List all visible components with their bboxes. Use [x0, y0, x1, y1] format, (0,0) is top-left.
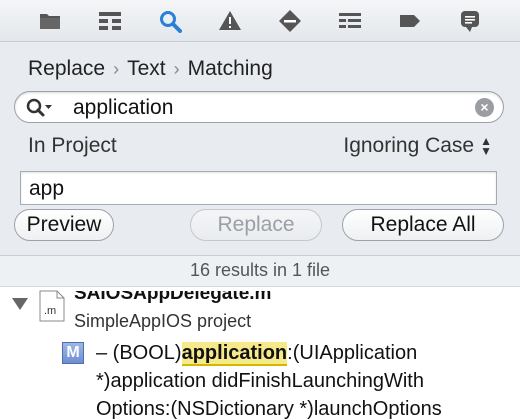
- chevron-right-icon: ›: [113, 58, 120, 79]
- preview-button[interactable]: Preview: [14, 209, 114, 241]
- breadcrumb-style[interactable]: Matching: [188, 57, 273, 81]
- search-results: 16 results in 1 file .m SAIOSAppDelegate…: [0, 256, 520, 420]
- match-suffix: :(UIApplication: [287, 342, 418, 364]
- results-summary: 16 results in 1 file: [0, 256, 520, 287]
- file-ext-label: .m: [44, 305, 56, 317]
- replace-button[interactable]: Replace: [190, 209, 322, 241]
- folder-icon[interactable]: [36, 7, 64, 35]
- breadcrumb-kind[interactable]: Text: [127, 57, 166, 81]
- navigator-icon-bar: [0, 0, 520, 42]
- match-highlight: application: [181, 342, 288, 366]
- search-options-icon[interactable]: [25, 97, 53, 119]
- search-value[interactable]: application: [73, 96, 173, 120]
- breadcrumb: Replace › Text › Matching: [28, 57, 273, 81]
- breakpoint-icon[interactable]: [276, 7, 304, 35]
- disclosure-triangle-icon[interactable]: [12, 298, 28, 310]
- objc-file-icon: .m: [39, 290, 65, 322]
- replace-input[interactable]: app: [20, 171, 497, 205]
- match-prefix: – (BOOL): [96, 342, 182, 364]
- list-icon[interactable]: [336, 7, 364, 35]
- message-icon[interactable]: [456, 7, 484, 35]
- search-icon[interactable]: [156, 7, 184, 35]
- result-project-name: SimpleAppIOS project: [74, 311, 252, 331]
- match-line-3[interactable]: Options:(NSDictionary *)launchOptions: [96, 398, 442, 420]
- case-sensitivity-selector[interactable]: Ignoring Case ▲ ▼: [343, 134, 492, 158]
- match-line-1[interactable]: – (BOOL)application:(UIApplication: [96, 342, 418, 366]
- replace-all-button[interactable]: Replace All: [342, 209, 504, 241]
- up-down-arrow-icon: ▲ ▼: [480, 134, 492, 158]
- replace-value[interactable]: app: [29, 177, 64, 201]
- tag-icon[interactable]: [396, 7, 424, 35]
- find-replace-panel: Replace › Text › Matching application × …: [0, 43, 520, 257]
- chevron-right-icon: ›: [173, 58, 180, 79]
- case-sensitivity-label: Ignoring Case: [343, 134, 475, 157]
- match-line-2[interactable]: *)application didFinishLaunchingWith: [96, 370, 424, 393]
- search-scope[interactable]: In Project: [28, 134, 117, 158]
- breadcrumb-mode[interactable]: Replace: [28, 57, 105, 81]
- warning-icon[interactable]: [216, 7, 244, 35]
- method-badge-icon: M: [62, 342, 84, 364]
- hierarchy-icon[interactable]: [96, 7, 124, 35]
- search-input[interactable]: application ×: [14, 91, 504, 123]
- clear-search-icon[interactable]: ×: [475, 98, 494, 117]
